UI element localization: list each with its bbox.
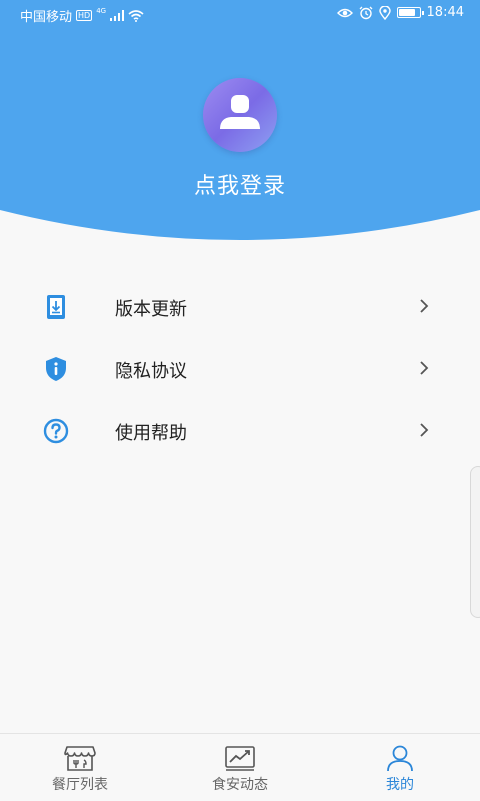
eye-icon xyxy=(336,8,353,17)
menu-item-label: 隐私协议 xyxy=(115,361,187,382)
download-icon xyxy=(47,295,65,319)
store-icon xyxy=(64,746,96,771)
nav-tab-label: 食安动态 xyxy=(212,777,268,793)
signal-icon xyxy=(110,10,125,21)
shield-info-icon xyxy=(46,357,66,381)
nav-tab-restaurant-list[interactable]: 餐厅列表 xyxy=(0,734,160,801)
chevron-right-icon xyxy=(420,423,429,437)
menu-item-version-update[interactable]: 版本更新 xyxy=(0,276,480,338)
menu-item-label: 版本更新 xyxy=(115,299,187,320)
wifi-icon xyxy=(128,9,144,22)
nav-tab-label: 我的 xyxy=(386,777,414,793)
menu-item-privacy-policy[interactable]: 隐私协议 xyxy=(0,338,480,400)
clock-time: 18:44 xyxy=(426,5,464,20)
menu-item-user-help[interactable]: 使用帮助 xyxy=(0,400,480,462)
nav-tab-mine[interactable]: 我的 xyxy=(320,734,480,801)
edge-scroll-handle[interactable] xyxy=(470,466,480,618)
carrier-label: 中国移动 xyxy=(20,10,73,25)
profile-header: 中国移动 HD 4G 18:44 点我登录 xyxy=(0,0,480,248)
hd-badge: HD xyxy=(76,10,93,21)
status-bar: 中国移动 HD 4G 18:44 xyxy=(0,0,480,28)
settings-menu: 版本更新 隐私协议 使用帮助 xyxy=(0,276,480,462)
chevron-right-icon xyxy=(420,299,429,313)
login-label[interactable]: 点我登录 xyxy=(0,168,480,200)
trend-chart-icon xyxy=(225,746,255,771)
person-icon xyxy=(387,745,413,772)
bottom-nav: 餐厅列表 食安动态 我的 xyxy=(0,733,480,801)
battery-icon xyxy=(396,7,424,18)
menu-item-label: 使用帮助 xyxy=(115,423,187,444)
help-icon xyxy=(43,418,69,444)
user-avatar-icon xyxy=(220,95,260,129)
nav-tab-label: 餐厅列表 xyxy=(52,777,108,793)
avatar[interactable] xyxy=(203,78,277,152)
chevron-right-icon xyxy=(420,361,429,375)
network-label: 4G xyxy=(96,6,107,15)
nav-tab-food-safety-news[interactable]: 食安动态 xyxy=(160,734,320,801)
alarm-icon xyxy=(359,6,372,19)
location-icon xyxy=(378,5,391,20)
